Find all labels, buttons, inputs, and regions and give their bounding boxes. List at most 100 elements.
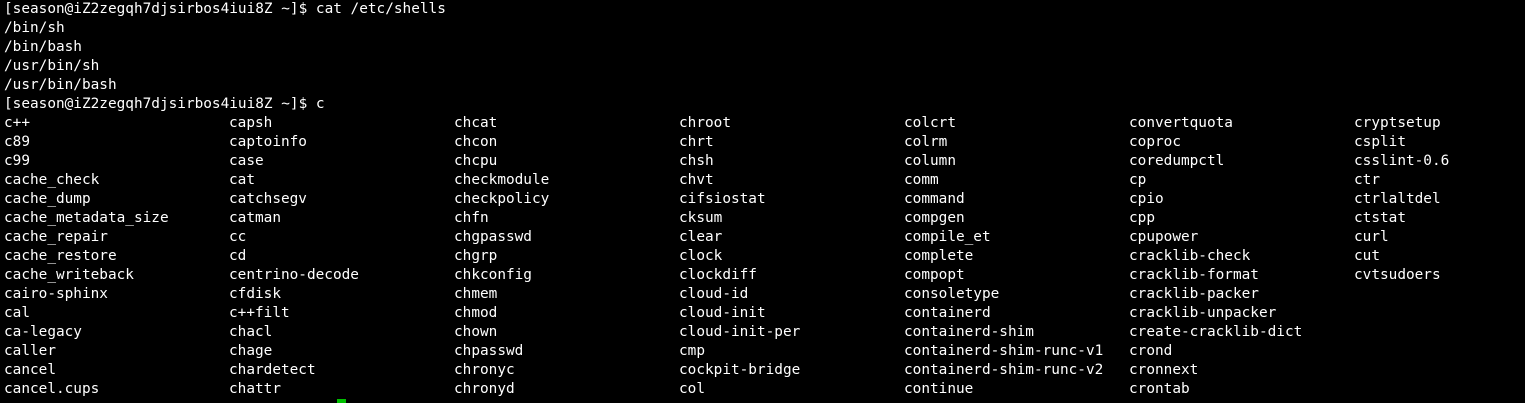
completion-item: containerd-shim-runc-v2 — [904, 362, 1104, 378]
completion-item: ca-legacy — [4, 324, 82, 340]
completion-item: chmem — [454, 286, 498, 302]
completion-item: chgrp — [454, 248, 498, 264]
completion-item: cat — [229, 172, 255, 188]
completion-item: command — [904, 191, 965, 207]
completion-item: cairo-sphinx — [4, 286, 108, 302]
completion-item: chkconfig — [454, 267, 532, 283]
completion-item: cfdisk — [229, 286, 281, 302]
completion-item: cancel — [4, 362, 56, 378]
completion-item: cd — [229, 248, 247, 264]
completion-column: capsh captoinfo case cat catchsegv catman cc cd… — [229, 114, 359, 399]
completion-item: create-cracklib-dict — [1129, 324, 1303, 340]
completion-item: cp — [1129, 172, 1147, 188]
completion-item: checkmodule — [454, 172, 550, 188]
completion-item: clockdiff — [679, 267, 757, 283]
completion-item: ctr — [1354, 172, 1380, 188]
completion-item: consoletype — [904, 286, 1000, 302]
completion-item: chacl — [229, 324, 273, 340]
completion-item: capsh — [229, 115, 273, 131]
completion-item: cryptsetup — [1354, 115, 1441, 131]
completion-item: chpasswd — [454, 343, 524, 359]
completion-item: containerd-shim — [904, 324, 1034, 340]
completion-item: chgpasswd — [454, 229, 532, 245]
prompt-line[interactable] — [4, 399, 404, 403]
completion-item: cracklib-packer — [1129, 286, 1259, 302]
completion-item: chroot — [679, 115, 731, 131]
completion-item: coredumpctl — [1129, 153, 1225, 169]
completion-item: cockpit-bridge — [679, 362, 801, 378]
completion-item: cmp — [679, 343, 705, 359]
completion-item: colrm — [904, 134, 948, 150]
completion-item: cache_check — [4, 172, 100, 188]
completion-item: crond — [1129, 343, 1173, 359]
completion-item: continue — [904, 381, 974, 397]
completion-item: clear — [679, 229, 723, 245]
completion-item: curl — [1354, 229, 1389, 245]
completion-item: containerd-shim-runc-v1 — [904, 343, 1104, 359]
completion-item: crontab — [1129, 381, 1190, 397]
completion-item: chsh — [679, 153, 714, 169]
completion-item: chronyc — [454, 362, 515, 378]
completion-item: complete — [904, 248, 974, 264]
completion-item: cpupower — [1129, 229, 1199, 245]
completion-item: cracklib-format — [1129, 267, 1259, 283]
completion-item: compopt — [904, 267, 965, 283]
completion-item: cache_metadata_size — [4, 210, 169, 226]
completion-item: cpio — [1129, 191, 1164, 207]
completion-item: chardetect — [229, 362, 316, 378]
output-line: /bin/bash — [4, 39, 82, 55]
completion-item: ctrlaltdel — [1354, 191, 1441, 207]
completion-item: cache_restore — [4, 248, 117, 264]
completion-item: c++filt — [229, 305, 290, 321]
completion-item: checkpolicy — [454, 191, 550, 207]
completion-column: chcat chcon chcpu checkmodule checkpolicy chf… — [454, 114, 549, 399]
prompt-line: [season@iZ2zegqh7djsirbos4iui8Z ~]$ c — [4, 96, 325, 112]
completion-item: chage — [229, 343, 273, 359]
terminal-window[interactable]: [season@iZ2zegqh7djsirbos4iui8Z ~]$ cat … — [4, 0, 1521, 403]
completion-column: chroot chrt chsh chvt cifsiostat cksum clear cl… — [679, 114, 800, 399]
completion-column: convertquota coproc coredumpctl cp cpio cpp cp… — [1129, 114, 1302, 399]
completion-item: cache_repair — [4, 229, 108, 245]
completion-item: chronyd — [454, 381, 515, 397]
completion-item: cal — [4, 305, 30, 321]
completion-item: cc — [229, 229, 247, 245]
completion-item: cloud-init-per — [679, 324, 801, 340]
completion-item: cloud-init — [679, 305, 766, 321]
prompt-line: [season@iZ2zegqh7djsirbos4iui8Z ~]$ cat … — [4, 1, 446, 17]
output-line: /bin/sh — [4, 20, 65, 36]
completion-item: chcpu — [454, 153, 498, 169]
completion-item: centrino-decode — [229, 267, 359, 283]
completion-item: c89 — [4, 134, 30, 150]
completion-item: chattr — [229, 381, 281, 397]
output-line: /usr/bin/bash — [4, 77, 117, 93]
completion-item: csplit — [1354, 134, 1406, 150]
completion-column: cryptsetup csplit csslint-0.6 ctr ctrlaltdel… — [1354, 114, 1449, 285]
completion-item: chvt — [679, 172, 714, 188]
completion-item: chcat — [454, 115, 498, 131]
completion-item: cracklib-check — [1129, 248, 1251, 264]
completion-item: chfn — [454, 210, 489, 226]
completion-item: catchsegv — [229, 191, 307, 207]
completion-item: case — [229, 153, 264, 169]
completion-item: cronnext — [1129, 362, 1199, 378]
completion-item: caller — [4, 343, 56, 359]
completion-item: chmod — [454, 305, 498, 321]
completion-item: c99 — [4, 153, 30, 169]
completion-column: c++ c89 c99 cache_check cache_dump cache_meta… — [4, 114, 169, 399]
completion-item: cancel.cups — [4, 381, 100, 397]
completion-item: ctstat — [1354, 210, 1406, 226]
completion-item: containerd — [904, 305, 991, 321]
completion-item: cache_dump — [4, 191, 91, 207]
completion-item: cloud-id — [679, 286, 749, 302]
completion-item: column — [904, 153, 956, 169]
completion-item: captoinfo — [229, 134, 307, 150]
completion-item: chcon — [454, 134, 498, 150]
completion-item: cvtsudoers — [1354, 267, 1441, 283]
terminal-cursor — [337, 399, 346, 403]
completion-item: colcrt — [904, 115, 956, 131]
completion-item: comm — [904, 172, 939, 188]
completion-item: compgen — [904, 210, 965, 226]
completion-item: c++ — [4, 115, 30, 131]
completion-item: chown — [454, 324, 498, 340]
completion-item: cache_writeback — [4, 267, 134, 283]
